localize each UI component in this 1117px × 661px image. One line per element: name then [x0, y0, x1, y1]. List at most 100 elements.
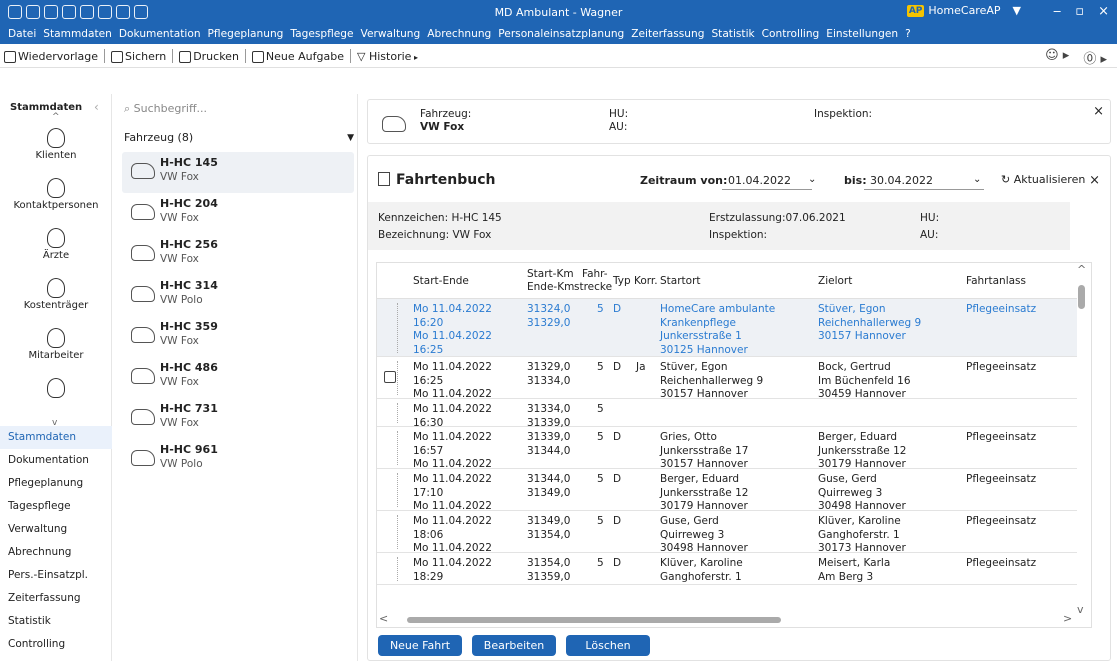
cell-line: Klüver, Karoline	[818, 515, 901, 527]
menu-item[interactable]: Abrechnung	[427, 28, 491, 40]
sidebar-icon-item[interactable]: Mitarbeiter	[0, 328, 112, 378]
vehicle-list-item[interactable]: H-HC 204 VW Fox	[122, 193, 354, 234]
cell-start-ende: Mo 11.04.2022 18:29	[413, 557, 492, 584]
cell-zielort: Stüver, Egon Reichenhallerweg 9 30157 Hann…	[818, 303, 921, 344]
col-fahr[interactable]: Fahr-	[582, 268, 608, 280]
zeitraum-von-select[interactable]: 01.04.2022	[728, 174, 818, 187]
col-strecke[interactable]: strecke	[574, 281, 612, 293]
col-startort[interactable]: Startort	[660, 275, 701, 287]
col-ende-km[interactable]: Ende-Km	[527, 281, 574, 293]
table-row[interactable]: Mo 11.04.2022 18:29 31354,0 31359,0 5 D Klüver…	[377, 553, 1077, 585]
menu-item[interactable]: Zeiterfassung	[631, 28, 704, 40]
print-button[interactable]: Drucken	[179, 50, 239, 63]
sidebar-nav-item[interactable]: Dokumentation	[0, 449, 112, 472]
menu-item[interactable]: Personaleinsatzplanung	[498, 28, 624, 40]
menu-item[interactable]: Tagespflege	[290, 28, 353, 40]
collapse-icon[interactable]: ‹	[94, 100, 99, 114]
menu-item[interactable]: ?	[905, 28, 911, 40]
vehicle-list-item[interactable]: H-HC 145 VW Fox	[122, 152, 354, 193]
menu-item[interactable]: Verwaltung	[361, 28, 421, 40]
sidebar-nav-item[interactable]: Tagespflege	[0, 495, 112, 518]
sidebar-icon-item[interactable]: Klienten	[0, 128, 112, 178]
minimize-icon[interactable]: ‒	[1053, 4, 1061, 19]
zeitraum-bis-select[interactable]: 30.04.2022	[870, 174, 933, 187]
table-row[interactable]: Mo 11.04.2022 16:25 Mo 11.04.2022 31329,0 31…	[377, 357, 1077, 400]
cell-line: Klüver, Karoline	[660, 557, 743, 569]
scroll-up-icon[interactable]: ^	[1077, 263, 1086, 276]
close-icon[interactable]: ×	[1089, 173, 1100, 188]
vehicle-summary-card: Fahrzeug: VW Fox HU: AU: Inspektion: ×	[367, 99, 1111, 144]
sidebar-nav-item[interactable]: Zeiterfassung	[0, 587, 112, 610]
hu-text: HU:	[920, 212, 940, 224]
scroll-up-icon[interactable]: ^	[52, 112, 60, 122]
menu-item[interactable]: Pflegeplanung	[208, 28, 284, 40]
new-trip-button[interactable]: Neue Fahrt	[378, 635, 462, 656]
refresh-button[interactable]: ↻ Aktualisieren	[1001, 173, 1085, 186]
sidebar-icon-item[interactable]: Kostenträger	[0, 278, 112, 328]
sidebar-nav-item[interactable]: Pers.-Einsatzpl.	[0, 564, 112, 587]
menu-item[interactable]: Datei	[8, 28, 36, 40]
menu-item[interactable]: Controlling	[762, 28, 820, 40]
scroll-down-icon[interactable]: v	[1077, 603, 1084, 616]
filter-label: Fahrzeug (8)	[124, 131, 194, 144]
filter-icon[interactable]: ▼	[1013, 4, 1021, 17]
vertical-scrollbar[interactable]: ^ v	[1075, 263, 1089, 616]
table-row[interactable]: Mo 11.04.2022 16:30 31334,0 31339,0 5	[377, 399, 1077, 429]
col-fahrtanlass[interactable]: Fahrtanlass	[966, 275, 1026, 287]
sidebar-nav-item[interactable]: Verwaltung	[0, 518, 112, 541]
vehicle-list-item[interactable]: H-HC 961 VW Polo	[122, 439, 354, 480]
new-task-button[interactable]: Neue Aufgabe	[251, 50, 344, 63]
close-icon[interactable]: ×	[1093, 104, 1104, 119]
col-start-km[interactable]: Start-Km	[527, 268, 574, 280]
search-input[interactable]: ⌕ Suchbegriff...	[124, 102, 349, 122]
cell-line: 31349,0	[527, 515, 571, 527]
table-row[interactable]: Mo 11.04.2022 16:57 Mo 11.04.2022 31339,0 31…	[377, 427, 1077, 470]
vehicle-list-item[interactable]: H-HC 359 VW Fox	[122, 316, 354, 357]
scroll-right-icon[interactable]: >	[1063, 612, 1072, 625]
sidebar-nav-item[interactable]: Controlling	[0, 633, 112, 656]
tree-line	[397, 403, 398, 423]
cell-line: 16:25	[413, 343, 444, 356]
scrollbar-thumb[interactable]	[1078, 285, 1085, 309]
col-korr[interactable]: Korr.	[634, 275, 658, 287]
sidebar-nav-item[interactable]: Stammdaten	[0, 426, 112, 449]
sidebar-icon-item[interactable]: Kontaktpersonen	[0, 178, 112, 228]
scroll-left-icon[interactable]: <	[379, 612, 388, 625]
table-row[interactable]: Mo 11.04.2022 18:06 Mo 11.04.2022 31349,0 31…	[377, 511, 1077, 554]
menu-item[interactable]: Dokumentation	[119, 28, 201, 40]
edit-button[interactable]: Bearbeiten	[472, 635, 556, 656]
table-row[interactable]: Mo 11.04.2022 16:20 Mo 11.04.2022 16:25 3132…	[377, 299, 1077, 357]
vehicle-filter-dropdown[interactable]: Fahrzeug (8) ▼	[124, 131, 354, 149]
wiedervorlage-button[interactable]: Wiedervorlage	[4, 50, 98, 63]
history-button[interactable]: ▽ Historie ▸	[357, 50, 418, 63]
chevron-down-icon[interactable]: ⌄	[973, 174, 981, 185]
menu-item[interactable]: Stammdaten	[43, 28, 112, 40]
table-row[interactable]: Mo 11.04.2022 17:10 Mo 11.04.2022 31344,0 31…	[377, 469, 1077, 514]
sidebar-nav-item[interactable]: Pflegeplanung	[0, 472, 112, 495]
vehicle-list-item[interactable]: H-HC 486 VW Fox	[122, 357, 354, 398]
sidebar-nav-item[interactable]: Statistik	[0, 610, 112, 633]
col-typ[interactable]: Typ	[613, 275, 631, 287]
edit-icon[interactable]	[384, 371, 396, 383]
help-icon[interactable]: ⓪ ▸	[1083, 48, 1107, 67]
vehicle-list-item[interactable]: H-HC 314 VW Polo	[122, 275, 354, 316]
maximize-icon[interactable]: ▫	[1075, 4, 1084, 19]
cell-line: Bock, Gertrud	[818, 361, 891, 373]
sidebar-nav-item[interactable]: Abrechnung	[0, 541, 112, 564]
menu-item[interactable]: Statistik	[711, 28, 754, 40]
close-icon[interactable]: ×	[1098, 4, 1109, 19]
chevron-down-icon[interactable]: ⌄	[808, 174, 816, 185]
col-zielort[interactable]: Zielort	[818, 275, 852, 287]
save-button[interactable]: Sichern	[111, 50, 166, 63]
menu-item[interactable]: Einstellungen	[826, 28, 898, 40]
vehicle-list-item[interactable]: H-HC 256 VW Fox	[122, 234, 354, 275]
scrollbar-thumb[interactable]	[407, 617, 781, 623]
cell-startort: Berger, Eduard Junkersstraße 12 30179 Hann…	[660, 473, 748, 514]
vehicle-list-item[interactable]: H-HC 731 VW Fox	[122, 398, 354, 439]
horizontal-scrollbar[interactable]: < >	[377, 612, 1077, 627]
smiley-icon[interactable]: ☺ ▸	[1045, 48, 1069, 67]
col-start-ende[interactable]: Start-Ende	[413, 275, 469, 287]
doctor-icon	[47, 228, 65, 248]
delete-button[interactable]: Löschen	[566, 635, 650, 656]
sidebar-icon-item[interactable]: Ärzte	[0, 228, 112, 278]
